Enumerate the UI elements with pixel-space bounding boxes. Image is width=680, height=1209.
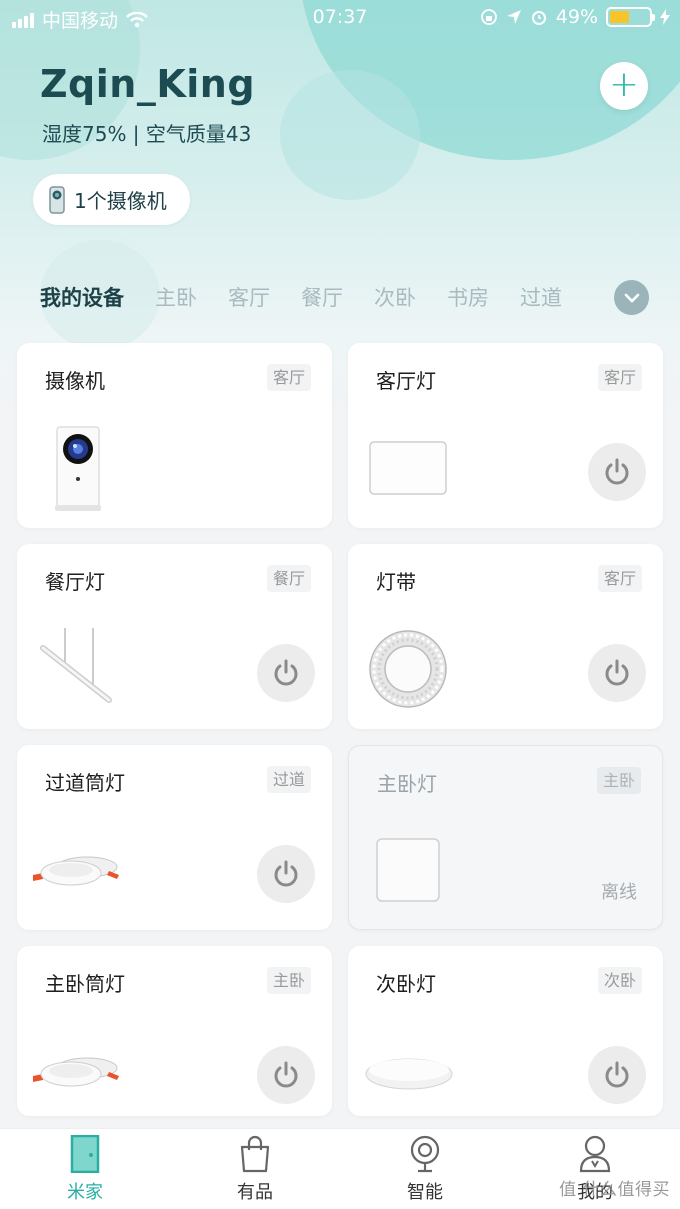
power-icon (274, 659, 298, 686)
tab-living-room[interactable]: 客厅 (228, 282, 270, 312)
tab-study[interactable]: 书房 (447, 282, 489, 312)
nav-label: 米家 (67, 1182, 103, 1203)
power-icon (605, 1061, 629, 1088)
tab-my-devices[interactable]: 我的设备 (40, 282, 124, 312)
alarm-icon (531, 11, 546, 25)
device-card-master-bedroom-light[interactable]: 主卧灯 主卧 离线 (348, 745, 663, 930)
device-card-hallway-downlight[interactable]: 过道筒灯 过道 (17, 745, 332, 930)
smart-camera-icon (410, 1135, 440, 1173)
room-tabs: 我的设备 主卧 客厅 餐厅 次卧 书房 过道 (40, 282, 593, 312)
door-icon (70, 1135, 100, 1173)
room-badge: 主卧 (266, 967, 311, 994)
home-name: Zqin_King (40, 62, 256, 106)
downlight-image (33, 1057, 119, 1087)
power-button[interactable] (588, 1046, 646, 1104)
battery-icon (606, 7, 655, 27)
tab-master-bedroom[interactable]: 主卧 (155, 282, 197, 312)
ceiling-light-image (369, 441, 447, 495)
device-name: 灯带 (376, 570, 416, 594)
downlight-image (33, 856, 119, 886)
camera-pill-label: 1个摄像机 (74, 189, 167, 213)
camera-count-pill[interactable]: 1个摄像机 (33, 174, 190, 225)
tab-second-bedroom[interactable]: 次卧 (374, 282, 416, 312)
status-bar: 中国移动 07:37 49% (0, 0, 680, 34)
device-name: 过道筒灯 (45, 771, 125, 795)
charging-icon (660, 9, 670, 25)
power-button[interactable] (588, 443, 646, 501)
device-card-dining-room-light[interactable]: 餐厅灯 餐厅 (17, 544, 332, 729)
power-icon (274, 1061, 298, 1088)
environment-info: 湿度75% | 空气质量43 (42, 122, 252, 146)
device-card-light-strip[interactable]: 灯带 客厅 (348, 544, 663, 729)
profile-icon (579, 1135, 611, 1173)
device-name: 摄像机 (45, 369, 105, 393)
device-card-camera[interactable]: 摄像机 客厅 (17, 343, 332, 528)
power-icon (274, 860, 298, 887)
device-name: 主卧筒灯 (45, 972, 125, 996)
power-button[interactable] (257, 845, 315, 903)
device-name: 主卧灯 (377, 772, 437, 796)
battery-percent: 49% (555, 6, 598, 28)
nav-label: 有品 (237, 1182, 273, 1203)
nav-smart[interactable]: 智能 (340, 1129, 510, 1209)
device-card-living-room-light[interactable]: 客厅灯 客厅 (348, 343, 663, 528)
room-badge: 餐厅 (266, 565, 311, 592)
add-device-button[interactable]: + (600, 62, 648, 110)
device-card-second-bedroom-light[interactable]: 次卧灯 次卧 (348, 946, 663, 1116)
rotation-lock-icon (480, 9, 497, 25)
power-button[interactable] (257, 1046, 315, 1104)
room-badge: 客厅 (266, 364, 311, 391)
camera-icon (49, 185, 65, 214)
power-icon (605, 458, 629, 485)
room-badge: 过道 (266, 766, 311, 793)
room-badge: 主卧 (596, 767, 641, 794)
nav-youpin[interactable]: 有品 (170, 1129, 340, 1209)
room-badge: 客厅 (597, 565, 642, 592)
room-badge: 次卧 (597, 967, 642, 994)
shopping-bag-icon (240, 1135, 270, 1173)
offline-status: 离线 (601, 882, 637, 903)
tab-dining-room[interactable]: 餐厅 (301, 282, 343, 312)
location-icon (506, 10, 521, 24)
light-strip-image (369, 630, 447, 708)
device-name: 次卧灯 (376, 972, 436, 996)
pendant-light-image (40, 628, 112, 703)
square-light-image (376, 838, 440, 902)
device-card-master-bedroom-downlight[interactable]: 主卧筒灯 主卧 (17, 946, 332, 1116)
device-name: 客厅灯 (376, 369, 436, 393)
round-ceiling-light-image (365, 1058, 453, 1090)
device-name: 餐厅灯 (45, 570, 105, 594)
power-icon (605, 659, 629, 686)
nav-mijia[interactable]: 米家 (0, 1129, 170, 1209)
power-button[interactable] (588, 644, 646, 702)
power-button[interactable] (257, 644, 315, 702)
nav-label: 智能 (407, 1182, 443, 1203)
chevron-down-icon (624, 293, 639, 303)
expand-tabs-button[interactable] (614, 280, 649, 315)
watermark: 值 什么值得买 (559, 1180, 670, 1200)
room-badge: 客厅 (597, 364, 642, 391)
camera-device-image (55, 426, 101, 511)
plus-icon: + (608, 64, 640, 105)
tab-hallway[interactable]: 过道 (520, 282, 562, 312)
